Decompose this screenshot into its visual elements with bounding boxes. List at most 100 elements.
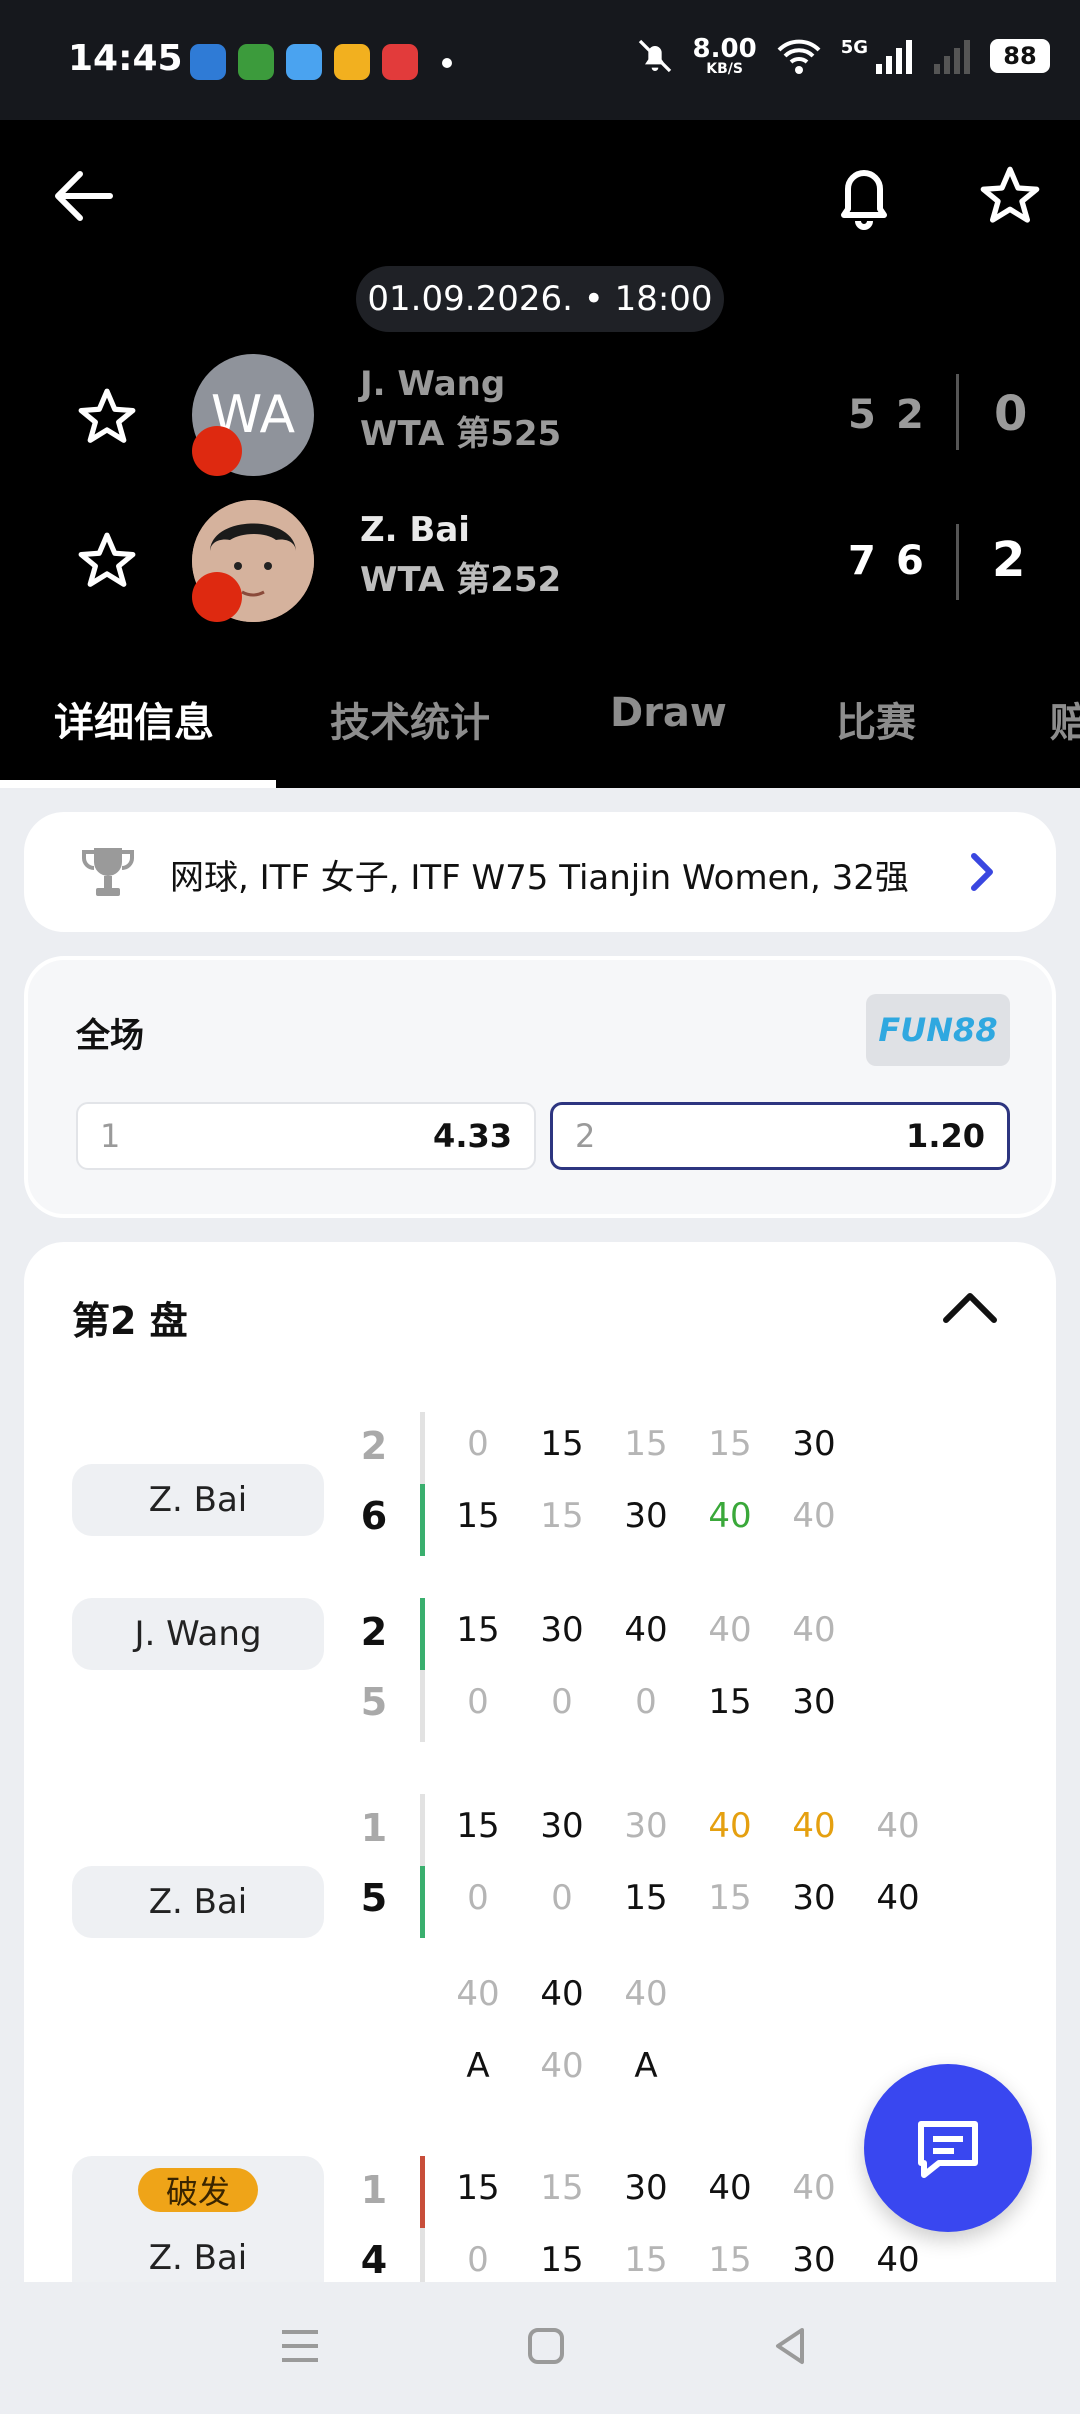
point: 30: [624, 1496, 668, 1536]
game-score: 2: [360, 1424, 388, 1468]
odds-option-1[interactable]: 1 4.33: [76, 1102, 536, 1170]
weather-app-icon: [286, 44, 322, 80]
point: 15: [708, 1878, 752, 1918]
point: 40: [876, 1806, 920, 1846]
point: 40: [624, 1974, 668, 2014]
status-bar: 14:45 8.00 KB/S 5G 88: [0, 0, 1080, 120]
game-block: Z. Bai 2 6 0 15 15 15 30 15 15 30 40 40: [24, 1412, 1056, 1556]
points-row: 0 15 15 15 30 40: [436, 2240, 940, 2280]
point: 40: [876, 1878, 920, 1918]
point: 15: [708, 2240, 752, 2280]
collapse-chevron-up-icon[interactable]: [942, 1288, 998, 1324]
point: 0: [635, 1682, 657, 1722]
player-row-1: WA J. Wang WTA 第525 5 2 0: [0, 354, 1080, 484]
match-datetime: 01.09.2026. • 18:00: [356, 266, 724, 332]
server-indicator: [420, 1866, 425, 1938]
tab-matches[interactable]: 比赛: [836, 690, 916, 748]
set-score: 7: [848, 538, 876, 584]
app-icon: [382, 44, 418, 80]
score-line: [420, 1412, 425, 1484]
tab-odds[interactable]: 赔: [1050, 690, 1080, 748]
home-square-icon[interactable]: [526, 2326, 566, 2366]
point: 0: [467, 1682, 489, 1722]
point: 40: [708, 2168, 752, 2208]
point: 40: [540, 2046, 584, 2086]
server-indicator: [420, 1484, 425, 1556]
game-score: 4: [360, 2238, 388, 2282]
app-icon: [238, 44, 274, 80]
back-triangle-icon[interactable]: [770, 2326, 810, 2366]
signal-icon: [876, 40, 912, 74]
point: 15: [540, 2240, 584, 2280]
point: 30: [624, 1806, 668, 1846]
game-score: 1: [360, 1806, 388, 1850]
back-arrow-icon[interactable]: [50, 166, 118, 226]
bell-icon[interactable]: [836, 160, 892, 230]
point: 15: [708, 1424, 752, 1464]
signal-2-icon: [934, 40, 970, 74]
score-line: [420, 1794, 425, 1866]
bookmaker-logo[interactable]: FUN88: [866, 994, 1010, 1066]
point: 40: [876, 2240, 920, 2280]
point: 15: [540, 2168, 584, 2208]
player-favorite-star-icon[interactable]: [76, 386, 138, 448]
point: 40: [792, 1806, 836, 1846]
player-name[interactable]: Z. Bai: [360, 510, 470, 550]
points-row: 15 15 30 40 40: [436, 2168, 856, 2208]
point: 15: [456, 1806, 500, 1846]
game-block: J. Wang 2 5 15 30 40 40 40 0 0 0 15 30: [24, 1598, 1056, 1742]
point: 15: [624, 2240, 668, 2280]
point: 30: [540, 1610, 584, 1650]
status-time: 14:45: [68, 38, 183, 79]
point: 40: [540, 1974, 584, 2014]
game-score: 5: [360, 1876, 388, 1920]
chat-button[interactable]: [864, 2064, 1032, 2232]
chevron-right-icon: [971, 853, 993, 891]
point: 30: [624, 2168, 668, 2208]
points-row: 15 30 40 40 40: [436, 1610, 856, 1650]
battery-indicator: 88: [990, 39, 1050, 73]
player-name[interactable]: J. Wang: [360, 364, 505, 404]
set-score: 5: [848, 392, 876, 438]
player-favorite-star-icon[interactable]: [76, 530, 138, 592]
deuce-row: 40 40 40: [436, 1974, 688, 2014]
tab-details[interactable]: 详细信息: [54, 690, 214, 748]
set-title: 第2 盘: [72, 1299, 188, 1343]
point: 30: [792, 1682, 836, 1722]
point: 15: [624, 1878, 668, 1918]
china-flag-icon: [192, 572, 242, 622]
score-line: [420, 2228, 425, 2282]
wifi-icon: [777, 39, 821, 74]
game-score: 5: [360, 1680, 388, 1724]
point: 0: [467, 1878, 489, 1918]
app-icon: [190, 44, 226, 80]
sets-won: 2: [992, 532, 1026, 588]
point: 15: [540, 1424, 584, 1464]
points-row: 15 30 30 40 40 40: [436, 1806, 940, 1846]
break-badge: 破发: [138, 2168, 258, 2212]
points-row: 0 15 15 15 30: [436, 1424, 856, 1464]
tab-draw[interactable]: Draw: [610, 690, 727, 736]
trophy-icon: [82, 848, 134, 896]
odds-option-2[interactable]: 2 1.20: [550, 1102, 1010, 1170]
status-indicators: 8.00 KB/S 5G 88: [635, 36, 1050, 76]
point: 40: [792, 1496, 836, 1536]
point: 0: [467, 1424, 489, 1464]
tournament-card[interactable]: 网球, ITF 女子, ITF W75 Tianjin Women, 32强: [24, 812, 1056, 932]
break-indicator: [420, 2156, 425, 2228]
point: 0: [551, 1878, 573, 1918]
game-block: Z. Bai 1 5 15 30 30 40 40 40 0 0 15 15 3…: [24, 1794, 1056, 2104]
menu-icon[interactable]: [278, 2326, 322, 2366]
point: 40: [708, 1806, 752, 1846]
point: A: [634, 2046, 658, 2086]
china-flag-icon: [192, 426, 242, 476]
points-row: 0 0 15 15 30 40: [436, 1878, 940, 1918]
point: 15: [624, 1424, 668, 1464]
favorite-star-icon[interactable]: [978, 164, 1042, 228]
point: 40: [792, 2168, 836, 2208]
sets-won: 0: [994, 386, 1028, 442]
active-tab-indicator: [0, 780, 276, 788]
weibo-app-icon: [334, 44, 370, 80]
player-row-2: Z. Bai WTA 第252 7 6 2: [0, 500, 1080, 630]
tab-statistics[interactable]: 技术统计: [330, 690, 490, 748]
